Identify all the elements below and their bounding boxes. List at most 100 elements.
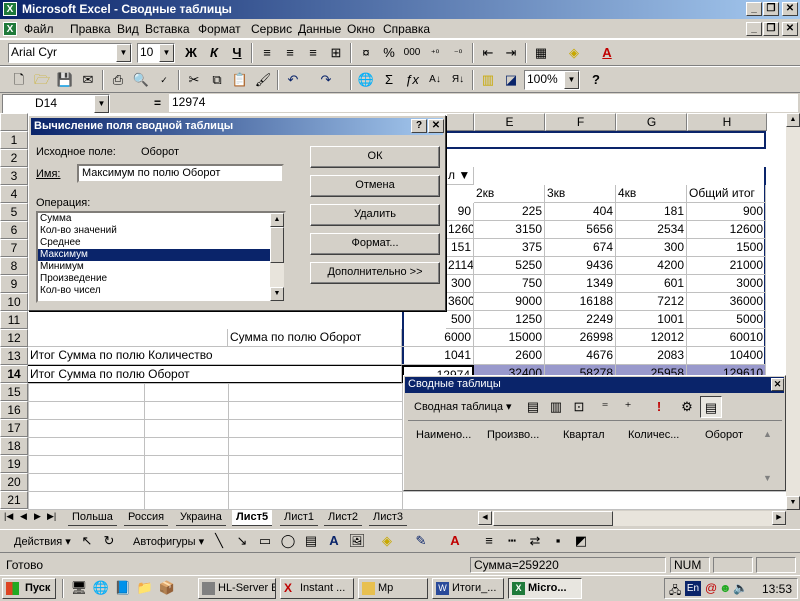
table-cell[interactable]: 4676 bbox=[545, 347, 616, 365]
decrease-decimal-icon[interactable]: ⁻⁰ bbox=[447, 42, 469, 64]
pivot-field-dropdown[interactable]: л ▼ bbox=[446, 167, 474, 185]
list-scrollbar[interactable]: ▲ ▼ bbox=[270, 213, 284, 301]
row-label[interactable]: Итог Сумма по полю Количество bbox=[28, 347, 402, 365]
borders-icon[interactable]: ▦ bbox=[530, 42, 552, 64]
align-left-icon[interactable]: ≡ bbox=[256, 42, 278, 64]
outlook-icon[interactable]: 📘 bbox=[112, 577, 134, 599]
sheet-tab-list3[interactable]: Лист3 bbox=[369, 510, 408, 526]
align-center-icon[interactable]: ≡ bbox=[279, 42, 301, 64]
table-cell[interactable]: 4200 bbox=[616, 257, 687, 275]
table-cell[interactable]: 1041 bbox=[402, 347, 474, 365]
start-button[interactable]: Пуск bbox=[2, 578, 56, 599]
pivot-field-button[interactable]: Произво... bbox=[487, 429, 539, 441]
arrow-icon[interactable]: ↘ bbox=[231, 530, 253, 552]
scroll-up-icon[interactable]: ▲ bbox=[786, 113, 800, 127]
menu-help[interactable]: Справка bbox=[383, 22, 430, 36]
close-button[interactable]: ✕ bbox=[782, 2, 798, 16]
sheet-tab-list5[interactable]: Лист5 bbox=[232, 510, 273, 526]
row-header[interactable]: 4 bbox=[0, 185, 28, 203]
row-header[interactable]: 13 bbox=[0, 347, 28, 365]
chevron-down-icon[interactable]: ▼ bbox=[159, 44, 174, 62]
font-combo[interactable]: Arial Cyr ▼ bbox=[8, 43, 132, 63]
table-cell[interactable]: 404 bbox=[545, 203, 616, 221]
table-cell[interactable]: 300 bbox=[446, 275, 474, 293]
sheet-tab-polsha[interactable]: Польша bbox=[68, 510, 117, 526]
dialog-help-button[interactable]: ? bbox=[411, 119, 427, 133]
table-cell[interactable]: 2534 bbox=[616, 221, 687, 239]
table-cell[interactable] bbox=[28, 329, 228, 347]
table-cell[interactable]: 9000 bbox=[474, 293, 545, 311]
pivot-field-button[interactable]: Оборот bbox=[705, 429, 743, 441]
table-cell[interactable]: 2114 bbox=[446, 257, 474, 275]
row-header[interactable]: 17 bbox=[0, 419, 28, 437]
shadow-icon[interactable]: ▪ bbox=[547, 530, 569, 552]
column-header-e[interactable]: E bbox=[474, 113, 545, 131]
table-cell[interactable]: 1001 bbox=[616, 311, 687, 329]
table-cell[interactable]: 21000 bbox=[687, 257, 766, 275]
free-rotate-icon[interactable]: ↻ bbox=[98, 530, 120, 552]
table-cell[interactable]: 5656 bbox=[545, 221, 616, 239]
print-preview-icon[interactable]: 🔍 bbox=[130, 69, 152, 91]
minimize-button[interactable]: _ bbox=[746, 2, 762, 16]
row-header[interactable]: 12 bbox=[0, 329, 28, 347]
pivot-wizard-icon[interactable]: ⊡ bbox=[568, 396, 590, 418]
column-header-f[interactable]: F bbox=[545, 113, 616, 131]
field-settings-icon[interactable]: ⚙ bbox=[676, 396, 698, 418]
table-cell[interactable]: 225 bbox=[474, 203, 545, 221]
delete-button[interactable]: Удалить bbox=[310, 204, 440, 226]
chart-wizard-icon[interactable]: ▥ bbox=[477, 69, 499, 91]
row-header[interactable]: 5 bbox=[0, 203, 28, 221]
table-cell[interactable]: 60010 bbox=[687, 329, 766, 347]
pivot-field-button[interactable]: Наимено... bbox=[416, 429, 471, 441]
font-size-combo[interactable]: 10 ▼ bbox=[137, 43, 175, 63]
redo-icon[interactable]: ↷ bbox=[315, 69, 337, 91]
select-objects-icon[interactable]: ↖ bbox=[76, 530, 98, 552]
vertical-scrollbar[interactable]: ▲ ▼ bbox=[786, 113, 800, 510]
menu-tools[interactable]: Сервис bbox=[251, 22, 292, 36]
show-field-list-icon[interactable]: ▤ bbox=[700, 396, 722, 418]
table-cell[interactable]: 12012 bbox=[616, 329, 687, 347]
undo-icon[interactable]: ↶ bbox=[282, 69, 304, 91]
wordart-icon[interactable]: A bbox=[323, 530, 345, 552]
hide-detail-icon[interactable]: ⁼ bbox=[594, 396, 616, 418]
scroll-up-icon[interactable]: ▲ bbox=[270, 213, 284, 227]
row-label[interactable]: Сумма по полю Оборот bbox=[228, 329, 402, 347]
column-header-g[interactable]: G bbox=[616, 113, 687, 131]
line-style-icon[interactable]: ≡ bbox=[478, 530, 500, 552]
close-icon[interactable]: ✕ bbox=[771, 378, 784, 391]
doc-restore-button[interactable]: ❐ bbox=[763, 22, 779, 36]
list-item[interactable]: Сумма bbox=[38, 213, 284, 225]
fill-color-icon[interactable]: ◈ bbox=[376, 530, 398, 552]
textbox-icon[interactable]: ▤ bbox=[300, 530, 322, 552]
maximize-button[interactable]: ❐ bbox=[763, 2, 779, 16]
table-cell[interactable]: 900 bbox=[687, 203, 766, 221]
increase-indent-icon[interactable]: ⇥ bbox=[500, 42, 522, 64]
at-icon[interactable]: @ bbox=[705, 581, 717, 595]
cancel-button[interactable]: Отмена bbox=[310, 175, 440, 197]
horizontal-scrollbar[interactable]: ◀ ▶ bbox=[478, 511, 786, 526]
format-painter-icon[interactable]: 🖌 bbox=[252, 69, 274, 91]
task-mp[interactable]: Mp bbox=[358, 578, 428, 599]
doc-close-button[interactable]: ✕ bbox=[782, 22, 798, 36]
last-sheet-icon[interactable]: ▶| bbox=[47, 511, 56, 522]
sheet-tab-list1[interactable]: Лист1 bbox=[280, 510, 319, 526]
row-header[interactable]: 3 bbox=[0, 167, 28, 185]
advanced-button[interactable]: Дополнительно >> bbox=[310, 262, 440, 284]
table-cell[interactable]: 2249 bbox=[545, 311, 616, 329]
doc-minimize-button[interactable]: _ bbox=[746, 22, 762, 36]
list-item[interactable]: Среднее bbox=[38, 237, 284, 249]
paste-icon[interactable]: 📋 bbox=[229, 69, 251, 91]
clipart-icon[interactable]: 🖼 bbox=[346, 530, 368, 552]
table-cell[interactable]: 1500 bbox=[687, 239, 766, 257]
fill-color-icon[interactable]: ◈ bbox=[563, 42, 585, 64]
3d-icon[interactable]: ◩ bbox=[570, 530, 592, 552]
task-instant[interactable]: X Instant ... bbox=[280, 578, 354, 599]
table-cell[interactable]: 750 bbox=[474, 275, 545, 293]
show-detail-icon[interactable]: ⁺ bbox=[617, 396, 639, 418]
row-header[interactable]: 6 bbox=[0, 221, 28, 239]
dash-style-icon[interactable]: ┅ bbox=[501, 530, 523, 552]
scroll-down-icon[interactable]: ▼ bbox=[763, 473, 772, 483]
table-cell[interactable]: 601 bbox=[616, 275, 687, 293]
first-sheet-icon[interactable]: |◀ bbox=[4, 511, 13, 522]
app-icon[interactable]: 📦 bbox=[156, 577, 178, 599]
